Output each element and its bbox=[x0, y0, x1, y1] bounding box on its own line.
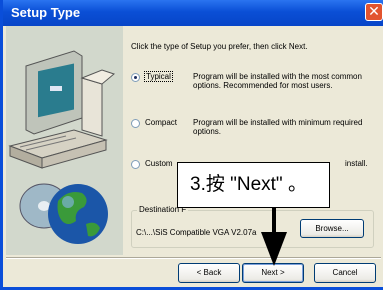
arrow-pointer-icon bbox=[261, 208, 287, 266]
setup-window: Setup Type ✕ Click the type of Setup you… bbox=[0, 0, 383, 290]
